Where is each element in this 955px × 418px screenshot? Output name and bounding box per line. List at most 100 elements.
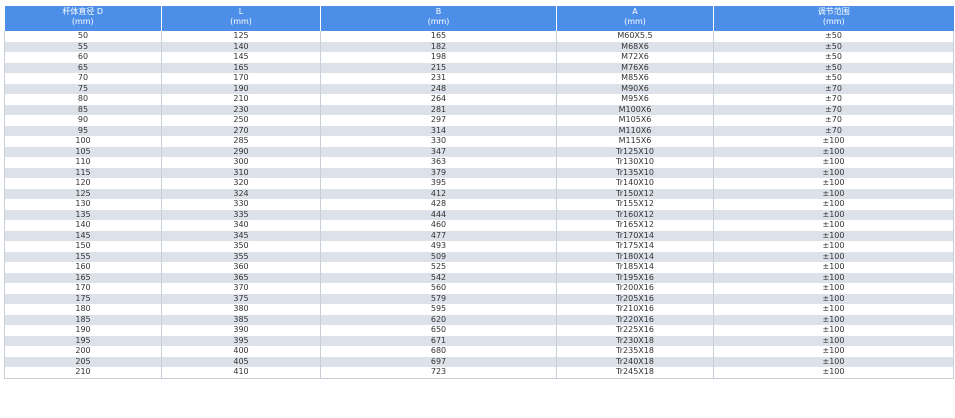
cell-rod-diameter: 95: [4, 125, 162, 136]
cell-adjust-range: ±100: [713, 272, 954, 283]
table-row: 90 250 297 M105X6 ±70: [4, 115, 954, 126]
header-row: 杆体直径 D (mm) L (mm) B (mm) A (mm) 调节范围 (m…: [4, 6, 954, 31]
table-row: 130 330 428 Tr155X12 ±100: [4, 199, 954, 210]
header-unit: (mm): [822, 17, 845, 26]
cell-l: 360: [161, 262, 321, 273]
header-unit: (mm): [427, 17, 450, 26]
cell-a: Tr200X16: [556, 283, 714, 294]
cell-b: 595: [320, 304, 557, 315]
table-row: 120 320 395 Tr140X10 ±100: [4, 178, 954, 189]
cell-a: Tr130X10: [556, 157, 714, 168]
cell-adjust-range: ±70: [713, 83, 954, 94]
cell-rod-diameter: 135: [4, 209, 162, 220]
cell-l: 330: [161, 199, 321, 210]
cell-l: 410: [161, 367, 321, 379]
table-row: 135 335 444 Tr160X12 ±100: [4, 209, 954, 220]
cell-a: M85X6: [556, 73, 714, 84]
cell-a: M95X6: [556, 94, 714, 105]
cell-adjust-range: ±50: [713, 31, 954, 42]
cell-adjust-range: ±100: [713, 251, 954, 262]
cell-l: 375: [161, 293, 321, 304]
cell-b: 493: [320, 241, 557, 252]
table-row: 85 230 281 M100X6 ±70: [4, 104, 954, 115]
cell-l: 300: [161, 157, 321, 168]
cell-l: 324: [161, 188, 321, 199]
cell-l: 285: [161, 136, 321, 147]
spec-table-container: 杆体直径 D (mm) L (mm) B (mm) A (mm) 调节范围 (m…: [4, 6, 954, 379]
cell-l: 190: [161, 83, 321, 94]
cell-adjust-range: ±50: [713, 52, 954, 63]
cell-l: 250: [161, 115, 321, 126]
cell-b: 671: [320, 335, 557, 346]
table-row: 125 324 412 Tr150X12 ±100: [4, 188, 954, 199]
cell-rod-diameter: 195: [4, 335, 162, 346]
cell-a: Tr155X12: [556, 199, 714, 210]
table-row: 65 165 215 M76X6 ±50: [4, 62, 954, 73]
cell-l: 350: [161, 241, 321, 252]
cell-a: Tr165X12: [556, 220, 714, 231]
cell-rod-diameter: 150: [4, 241, 162, 252]
cell-a: Tr230X18: [556, 335, 714, 346]
cell-b: 444: [320, 209, 557, 220]
cell-l: 230: [161, 104, 321, 115]
cell-adjust-range: ±100: [713, 335, 954, 346]
spec-table: 杆体直径 D (mm) L (mm) B (mm) A (mm) 调节范围 (m…: [4, 6, 954, 379]
cell-b: 579: [320, 293, 557, 304]
cell-b: 509: [320, 251, 557, 262]
cell-adjust-range: ±100: [713, 136, 954, 147]
cell-l: 165: [161, 62, 321, 73]
cell-adjust-range: ±100: [713, 304, 954, 315]
cell-l: 335: [161, 209, 321, 220]
cell-adjust-range: ±100: [713, 314, 954, 325]
cell-adjust-range: ±70: [713, 94, 954, 105]
cell-l: 210: [161, 94, 321, 105]
table-row: 55 140 182 M68X6 ±50: [4, 41, 954, 52]
cell-b: 330: [320, 136, 557, 147]
cell-rod-diameter: 120: [4, 178, 162, 189]
cell-rod-diameter: 130: [4, 199, 162, 210]
cell-l: 380: [161, 304, 321, 315]
header-label: A: [632, 7, 638, 16]
cell-a: M90X6: [556, 83, 714, 94]
table-row: 155 355 509 Tr180X14 ±100: [4, 251, 954, 262]
cell-l: 370: [161, 283, 321, 294]
cell-a: Tr235X18: [556, 346, 714, 357]
cell-a: Tr195X16: [556, 272, 714, 283]
cell-rod-diameter: 175: [4, 293, 162, 304]
cell-a: Tr220X16: [556, 314, 714, 325]
cell-adjust-range: ±100: [713, 230, 954, 241]
cell-adjust-range: ±50: [713, 41, 954, 52]
table-row: 50 125 165 M60X5.5 ±50: [4, 31, 954, 42]
cell-adjust-range: ±100: [713, 367, 954, 379]
cell-b: 198: [320, 52, 557, 63]
cell-b: 723: [320, 367, 557, 379]
cell-adjust-range: ±100: [713, 262, 954, 273]
cell-b: 460: [320, 220, 557, 231]
cell-rod-diameter: 80: [4, 94, 162, 105]
cell-rod-diameter: 60: [4, 52, 162, 63]
table-header: 杆体直径 D (mm) L (mm) B (mm) A (mm) 调节范围 (m…: [4, 6, 954, 31]
table-row: 145 345 477 Tr170X14 ±100: [4, 230, 954, 241]
cell-rod-diameter: 200: [4, 346, 162, 357]
cell-adjust-range: ±100: [713, 157, 954, 168]
cell-rod-diameter: 115: [4, 167, 162, 178]
cell-rod-diameter: 155: [4, 251, 162, 262]
cell-adjust-range: ±100: [713, 356, 954, 367]
cell-a: M115X6: [556, 136, 714, 147]
cell-adjust-range: ±50: [713, 73, 954, 84]
cell-a: M110X6: [556, 125, 714, 136]
cell-rod-diameter: 70: [4, 73, 162, 84]
cell-rod-diameter: 185: [4, 314, 162, 325]
header-label: 杆体直径 D: [62, 7, 104, 16]
cell-l: 385: [161, 314, 321, 325]
cell-b: 297: [320, 115, 557, 126]
cell-adjust-range: ±70: [713, 115, 954, 126]
table-row: 205 405 697 Tr240X18 ±100: [4, 356, 954, 367]
table-row: 175 375 579 Tr205X16 ±100: [4, 293, 954, 304]
cell-a: Tr245X18: [556, 367, 714, 379]
header-l: L (mm): [161, 6, 321, 31]
table-row: 150 350 493 Tr175X14 ±100: [4, 241, 954, 252]
header-unit: (mm): [230, 17, 252, 26]
cell-b: 395: [320, 178, 557, 189]
cell-rod-diameter: 190: [4, 325, 162, 336]
